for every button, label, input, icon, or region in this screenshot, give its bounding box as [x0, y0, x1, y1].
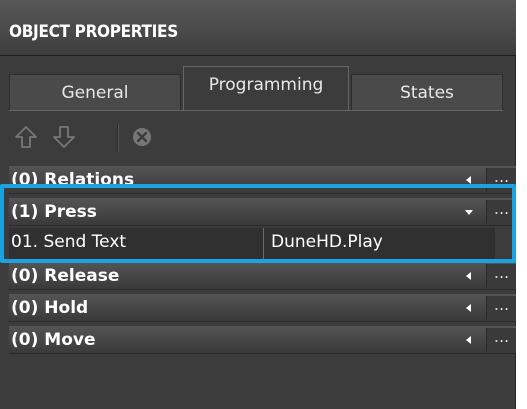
- toolbar-separator: [117, 124, 119, 152]
- tab-divider: [9, 110, 503, 111]
- tab-states[interactable]: States: [351, 74, 503, 110]
- delete-icon: [133, 128, 151, 146]
- action-name: 01. Send Text: [11, 232, 127, 252]
- arrow-down-icon: [53, 126, 75, 148]
- more-button[interactable]: ...: [486, 264, 516, 288]
- tab-bar: General Programming States: [9, 66, 503, 110]
- group-row-release[interactable]: (0) Release ...: [9, 262, 516, 290]
- more-button[interactable]: ...: [486, 200, 516, 224]
- move-up-button[interactable]: [11, 122, 41, 152]
- tab-programming-label: Programming: [208, 75, 324, 95]
- group-label: (0) Release: [11, 266, 120, 286]
- group-row-press[interactable]: (1) Press ...: [9, 198, 516, 226]
- collapse-arrow-icon[interactable]: [464, 175, 474, 185]
- tab-general[interactable]: General: [9, 74, 181, 110]
- action-value[interactable]: DuneHD.Play: [271, 232, 383, 252]
- panel-header: OBJECT PROPERTIES: [0, 0, 516, 56]
- group-label: (1) Press: [11, 202, 97, 222]
- group-row-move[interactable]: (0) Move ...: [9, 326, 516, 354]
- group-row-relations[interactable]: (0) Relations ...: [9, 166, 516, 194]
- delete-button[interactable]: [127, 122, 157, 152]
- more-button[interactable]: ...: [486, 328, 516, 352]
- group-label: (0) Hold: [11, 298, 89, 318]
- expand-arrow-icon[interactable]: [464, 207, 474, 217]
- more-button[interactable]: ...: [486, 296, 516, 320]
- collapse-arrow-icon[interactable]: [464, 303, 474, 313]
- group-label: (0) Move: [11, 330, 96, 350]
- more-button[interactable]: ...: [486, 168, 516, 192]
- panel-title: OBJECT PROPERTIES: [9, 22, 178, 42]
- action-row[interactable]: 01. Send Text DuneHD.Play: [9, 228, 495, 260]
- collapse-arrow-icon[interactable]: [464, 271, 474, 281]
- tab-general-label: General: [61, 82, 129, 103]
- arrow-up-icon: [15, 126, 37, 148]
- group-row-hold[interactable]: (0) Hold ...: [9, 294, 516, 322]
- toolbar: [9, 120, 503, 156]
- tab-programming[interactable]: Programming: [183, 66, 349, 110]
- tab-states-label: States: [400, 82, 454, 103]
- collapse-arrow-icon[interactable]: [464, 335, 474, 345]
- object-properties-panel: OBJECT PROPERTIES General Programming St…: [0, 0, 516, 409]
- column-divider: [263, 228, 264, 260]
- move-down-button[interactable]: [49, 122, 79, 152]
- group-label: (0) Relations: [11, 170, 135, 190]
